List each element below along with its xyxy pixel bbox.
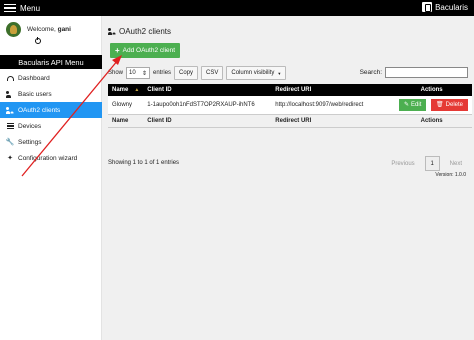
page-title-text: OAuth2 clients <box>119 27 172 36</box>
oauth2-clients-icon <box>108 28 116 35</box>
current-page-button[interactable]: 1 <box>424 156 440 171</box>
sidebar: Welcome, gani Bacularis API Menu Dashboa… <box>0 16 102 340</box>
show-prefix: Show <box>108 70 124 76</box>
menu-label[interactable]: Menu <box>20 4 40 13</box>
table-header-row: Name ▲ Client ID Redirect URI Actions <box>108 84 472 96</box>
add-oauth2-client-button[interactable]: + Add OAuth2 client <box>110 43 180 58</box>
sidebar-item-dashboard[interactable]: Dashboard <box>0 70 102 86</box>
wand-icon: ✦ <box>7 155 13 162</box>
column-header-actions[interactable]: Actions <box>391 84 472 96</box>
sidebar-nav: Dashboard Basic users OAuth2 clients Dev… <box>0 70 102 166</box>
column-header-client-id[interactable]: Client ID <box>143 84 271 96</box>
api-menu-header: Bacularis API Menu <box>0 55 102 69</box>
top-bar: Menu Bacularis <box>0 0 474 16</box>
brand-name: Bacularis <box>435 2 468 12</box>
column-visibility-label: Column visibility <box>231 70 275 76</box>
sidebar-item-label: Configuration wizard <box>18 154 78 162</box>
brand: Bacularis <box>422 2 468 12</box>
sidebar-item-label: Settings <box>18 138 42 146</box>
table-row: Glowny 1-1aupo0oh1nFdST7OP2RXAUP-ihNT6 h… <box>108 96 472 114</box>
hamburger-menu-icon[interactable] <box>4 4 16 12</box>
next-page-button[interactable]: Next <box>444 161 468 167</box>
sort-asc-icon: ▲ <box>134 87 140 93</box>
sidebar-item-label: Basic users <box>18 90 52 98</box>
oauth2-clients-icon <box>6 106 14 114</box>
delete-button[interactable]: 🗑 Delete <box>431 98 468 111</box>
version-label: Version: 1.0.0 <box>435 172 466 178</box>
oauth2-clients-table: Name ▲ Client ID Redirect URI Actions Glo… <box>108 84 472 128</box>
sidebar-item-label: Devices <box>18 122 42 130</box>
cell-client-id: 1-1aupo0oh1nFdST7OP2RXAUP-ihNT6 <box>143 96 272 114</box>
welcome-block: Welcome, gani <box>6 22 71 37</box>
add-button-label: Add OAuth2 client <box>122 47 176 54</box>
previous-page-button[interactable]: Previous <box>385 161 420 167</box>
sidebar-item-label: Dashboard <box>18 74 50 82</box>
devices-icon <box>6 122 14 130</box>
bacularis-logo-icon <box>422 2 433 12</box>
cell-name: Glowny <box>108 96 144 114</box>
logout-power-icon[interactable] <box>35 37 41 44</box>
main-content: OAuth2 clients + Add OAuth2 client Show … <box>102 16 474 340</box>
welcome-prefix: Welcome, <box>27 26 56 33</box>
pagination: Previous 1 Next <box>385 156 468 171</box>
content-card: OAuth2 clients + Add OAuth2 client Show … <box>104 20 472 336</box>
edit-label: Edit <box>411 101 422 108</box>
wrench-icon: 🔧 <box>5 139 15 146</box>
delete-label: Delete <box>445 101 463 108</box>
search-label: Search: <box>359 69 382 76</box>
page-length-value: 10 <box>129 70 136 76</box>
sidebar-item-settings[interactable]: 🔧 Settings <box>0 134 102 150</box>
footer-actions: Actions <box>391 113 472 128</box>
search-input[interactable] <box>385 67 468 78</box>
column-visibility-button[interactable]: Column visibility ▼ <box>226 66 287 80</box>
sidebar-item-basic-users[interactable]: Basic users <box>0 86 102 102</box>
table-footer-row: Name Client ID Redirect URI Actions <box>108 113 472 128</box>
users-icon <box>6 90 14 98</box>
table-info: Showing 1 to 1 of 1 entries <box>108 160 180 166</box>
footer-client-id: Client ID <box>143 113 272 128</box>
column-header-redirect-uri[interactable]: Redirect URI <box>271 84 391 96</box>
sidebar-item-configuration-wizard[interactable]: ✦ Configuration wizard <box>0 150 102 166</box>
footer-redirect-uri: Redirect URI <box>271 113 392 128</box>
sidebar-item-oauth2-clients[interactable]: OAuth2 clients <box>0 102 102 118</box>
dashboard-icon <box>6 74 14 82</box>
page-title: OAuth2 clients <box>108 27 171 36</box>
page-length-select[interactable]: 10 ⇕ <box>126 67 151 79</box>
csv-button[interactable]: CSV <box>201 66 224 80</box>
column-header-name[interactable]: Name ▲ <box>108 84 143 96</box>
show-suffix: entries <box>153 70 172 76</box>
trash-icon: 🗑 <box>436 102 444 109</box>
footer-name: Name <box>108 113 144 128</box>
username: gani <box>57 26 71 33</box>
copy-button[interactable]: Copy <box>174 66 199 80</box>
welcome-text: Welcome, gani <box>27 26 71 33</box>
avatar <box>6 22 21 37</box>
search-box: Search: <box>360 67 468 78</box>
caret-down-icon: ▼ <box>277 70 282 76</box>
plus-icon: + <box>115 46 120 55</box>
cell-actions: ✎ Edit 🗑 Delete <box>391 96 472 114</box>
table-toolbar: Show 10 ⇕ entries Copy CSV Column visibi… <box>108 66 287 80</box>
sidebar-item-label: OAuth2 clients <box>18 106 61 114</box>
cell-redirect-uri: http://localhost:9097/web/redirect <box>271 96 392 114</box>
edit-button[interactable]: ✎ Edit <box>398 98 427 111</box>
edit-icon: ✎ <box>403 102 410 109</box>
chevron-updown-icon: ⇕ <box>141 70 148 77</box>
sidebar-item-devices[interactable]: Devices <box>0 118 102 134</box>
